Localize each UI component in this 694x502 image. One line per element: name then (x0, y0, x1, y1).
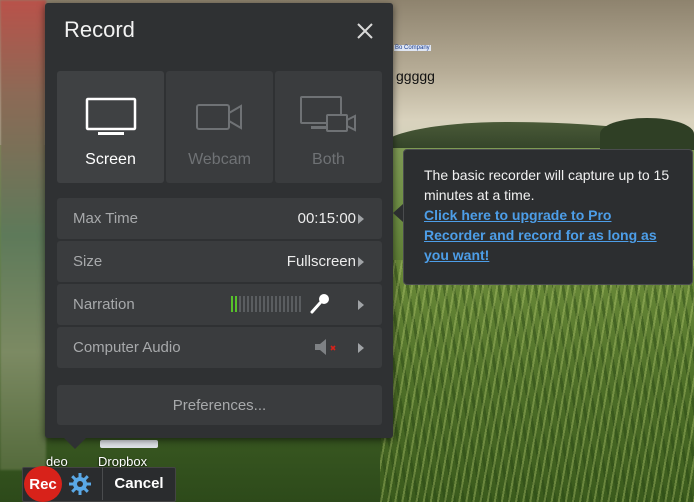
mode-screen[interactable]: Screen (57, 71, 164, 183)
computer-audio-row[interactable]: Computer Audio (57, 327, 382, 368)
preferences-button[interactable]: Preferences... (57, 385, 382, 425)
tooltip-text: The basic recorder will capture up to 15… (424, 167, 670, 203)
desktop-text[interactable]: ggggg (396, 68, 435, 84)
narration-level-meter (231, 296, 303, 312)
level-bar (287, 296, 289, 312)
size-row[interactable]: Size Fullscreen (57, 241, 382, 282)
level-bar (259, 296, 261, 312)
desktop-file-label[interactable]: Bo Company (394, 45, 431, 51)
speaker-muted-icon[interactable] (313, 337, 343, 362)
level-bar (299, 296, 301, 312)
desktop-icon-strip (100, 440, 158, 448)
size-value: Fullscreen (286, 253, 356, 270)
chevron-right-icon (358, 257, 364, 267)
tree (600, 118, 694, 150)
level-bar (247, 296, 249, 312)
level-bar (271, 296, 273, 312)
tall-grass (380, 260, 694, 502)
monitor-icon (84, 95, 138, 139)
record-mode-selector: Screen Webcam Both (57, 71, 382, 183)
chevron-right-icon (358, 343, 364, 353)
size-label: Size (73, 253, 103, 270)
tooltip-arrow (393, 204, 403, 222)
max-time-row[interactable]: Max Time 00:15:00 (57, 198, 382, 239)
panel-title: Record (64, 17, 135, 42)
max-time-value: 00:15:00 (297, 210, 356, 227)
computer-audio-label: Computer Audio (73, 339, 181, 356)
settings-list: Max Time 00:15:00 Size Fullscreen Narrat… (57, 198, 382, 368)
mode-webcam[interactable]: Webcam (166, 71, 273, 183)
cancel-button[interactable]: Cancel (102, 467, 175, 500)
level-bar (295, 296, 297, 312)
upgrade-link[interactable]: Click here to upgrade to Pro Recorder an… (424, 205, 672, 265)
gear-icon (69, 473, 91, 495)
mode-both-label: Both (312, 151, 345, 168)
panel-pointer (64, 438, 86, 449)
level-bar (283, 296, 285, 312)
level-bar (267, 296, 269, 312)
narration-row[interactable]: Narration (57, 284, 382, 325)
level-bar (239, 296, 241, 312)
level-bar (243, 296, 245, 312)
chevron-right-icon (358, 300, 364, 310)
screen-and-webcam-icon (299, 95, 359, 139)
level-bar (235, 296, 237, 312)
level-bar (255, 296, 257, 312)
level-bar (275, 296, 277, 312)
record-panel: Record Screen Webcam Both Max Time 00:15… (45, 3, 393, 438)
upgrade-tooltip: The basic recorder will capture up to 15… (403, 149, 693, 285)
level-bar (291, 296, 293, 312)
close-icon (357, 23, 373, 39)
mode-screen-label: Screen (85, 151, 136, 168)
webcam-icon (193, 95, 247, 139)
mode-webcam-label: Webcam (188, 151, 251, 168)
max-time-label: Max Time (73, 210, 139, 227)
chevron-right-icon (358, 214, 364, 224)
close-button[interactable] (351, 17, 379, 45)
settings-button[interactable] (68, 472, 92, 496)
microphone-icon[interactable] (309, 293, 331, 320)
narration-label: Narration (73, 296, 135, 313)
rec-button[interactable]: Rec (24, 466, 62, 502)
desktop-left-strip (0, 0, 46, 470)
level-bar (279, 296, 281, 312)
level-bar (231, 296, 233, 312)
level-bar (251, 296, 253, 312)
level-bar (263, 296, 265, 312)
mode-both[interactable]: Both (275, 71, 382, 183)
